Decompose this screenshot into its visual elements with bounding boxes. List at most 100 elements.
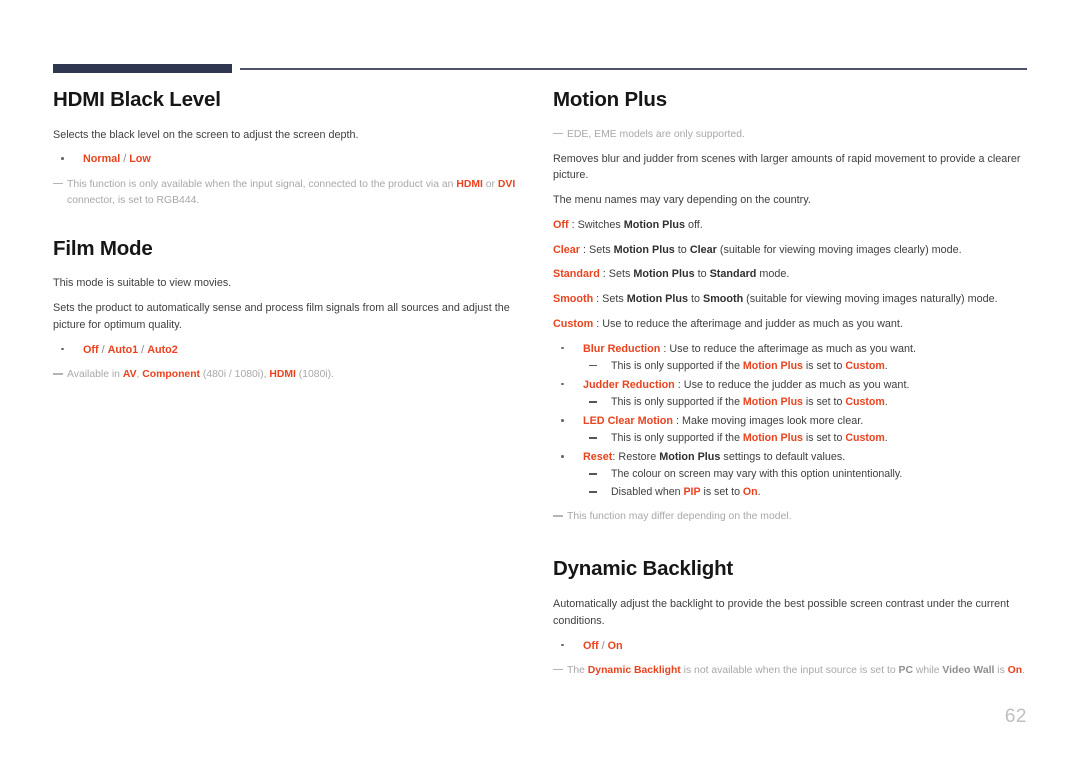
sub-keyword-pip: PIP [683,486,701,499]
motion-plus-bottom-note: This function may differ depending on th… [553,509,1027,525]
note-dash-icon [53,182,63,185]
option-tail: (suitable for viewing moving images natu… [743,293,998,306]
note-keyword-hdmi: HDMI [269,368,296,380]
bullet-key-blur-reduction: Blur Reduction [583,342,661,355]
note-dash-icon [553,668,563,671]
sub-dash-icon [589,491,597,493]
list-item: This is only supported if the Motion Plu… [583,394,1027,411]
section-hdmi-black-level: HDMI Black Level Selects the black level… [53,88,523,209]
section-title-film-mode: Film Mode [53,236,153,260]
option-mid-2: to [687,293,703,306]
dynamic-backlight-note: The Dynamic Backlight is not available w… [553,663,1027,679]
option-key: Smooth [553,293,594,306]
section-dynamic-backlight: Dynamic Backlight Automatically adjust t… [553,557,1027,678]
bullet-text: : Use to reduce the afterimage as much a… [660,342,917,355]
option-ref: Motion Plus [613,243,675,256]
sub-dash-icon [589,401,597,403]
note-text-2: or [482,178,498,190]
option-mid-2: off. [684,218,703,231]
sub-note-list: This is only supported if the Motion Plu… [583,394,1027,411]
list-item: Blur Reduction : Use to reduce the after… [553,341,1027,375]
sub-keyword-motion-plus: Motion Plus [742,432,803,445]
sub-text-1: This is only supported if the [611,432,743,445]
note-keyword-pc: PC [898,664,913,676]
option-low: Low [129,153,151,166]
option-value: Standard [709,268,757,281]
sub-text-3: . [757,486,761,499]
note-text-3: connector, is set to RGB444. [67,194,200,206]
option-mid-1: : Sets [599,268,634,281]
option-mid-1: : Sets [593,293,627,306]
option-tail: (suitable for viewing moving images clea… [716,243,962,256]
option-normal: Normal [83,153,121,166]
right-column: Motion Plus EDE, EME models are only sup… [553,88,1027,687]
note-keyword-video-wall: Video Wall [942,664,995,676]
hdmi-black-level-options: Normal / Low [53,151,523,168]
sub-keyword-custom: Custom [845,396,885,409]
note-text: EDE, EME models are only supported. [567,128,745,140]
option-ref: Motion Plus [633,268,695,281]
sub-text-3: . [884,432,888,445]
option-auto2: Auto2 [147,343,178,356]
note-text-3: (480i / 1080i), [200,368,270,380]
list-item: This is only supported if the Motion Plu… [583,358,1027,375]
sub-text-3: . [884,359,888,372]
section-title-motion-plus: Motion Plus [553,88,667,111]
header-rule-thick-bar [53,64,232,73]
list-item: Reset: Restore Motion Plus settings to d… [553,449,1027,501]
bullet-dot-icon [61,347,64,351]
note-keyword-hdmi: HDMI [456,178,483,190]
option-auto1: Auto1 [107,343,139,356]
bullet-key-judder-reduction: Judder Reduction [583,378,675,391]
option-tail: mode. [756,268,790,281]
list-item: Off / Auto1 / Auto2 [53,342,523,359]
sub-text-3: . [884,396,888,409]
option-separator: / [120,153,130,166]
sub-note-list: This is only supported if the Motion Plu… [583,358,1027,375]
bullet-key-reset: Reset [583,451,613,464]
sub-dash-icon [589,364,597,367]
motion-plus-intro-2: The menu names may vary depending on the… [553,194,811,207]
sub-text-2: is set to [802,432,846,445]
option-key: Custom [553,317,594,330]
option-key: Off [553,218,569,231]
sub-text-1: This is only supported if the [611,396,743,409]
option-value: Smooth [703,293,744,306]
note-text-5: . [1022,664,1025,676]
dynamic-backlight-intro: Automatically adjust the backlight to pr… [553,598,1010,627]
option-mid-1: : Use to reduce the afterimage and judde… [593,317,903,330]
section-film-mode: Film Mode This mode is suitable to view … [53,237,523,383]
sub-text-1: This is only supported if the [611,359,743,372]
note-dash-icon [553,515,563,517]
sub-text-1: Disabled when [611,486,684,499]
motion-plus-model-note: EDE, EME models are only supported. [553,127,1027,143]
option-ref: Motion Plus [626,293,688,306]
bullet-dot-icon [561,346,564,350]
section-title-dynamic-backlight: Dynamic Backlight [553,557,734,581]
film-mode-intro-2: Sets the product to automatically sense … [53,302,510,331]
note-keyword-component: Component [142,368,201,380]
note-dash-icon [53,372,63,375]
note-keyword-dvi: DVI [497,178,516,190]
motion-plus-option-off: Off : Switches Motion Plus off. [553,217,1027,234]
option-value: Clear [689,243,717,256]
note-dash-icon [553,132,563,135]
motion-plus-option-custom: Custom : Use to reduce the afterimage an… [553,316,1027,333]
motion-plus-option-clear: Clear : Sets Motion Plus to Clear (suita… [553,242,1027,259]
list-item: LED Clear Motion : Make moving images lo… [553,413,1027,447]
option-on: On [607,639,623,652]
option-off: Off [583,639,599,652]
option-off: Off [83,343,99,356]
sub-keyword-custom: Custom [845,359,885,372]
bullet-dot-icon [561,382,564,386]
film-mode-options: Off / Auto1 / Auto2 [53,342,523,359]
option-mid-1: : Switches [568,218,624,231]
list-item: This is only supported if the Motion Plu… [583,430,1027,447]
bullet-key-led-clear-motion: LED Clear Motion [583,415,673,427]
motion-plus-sub-options: Blur Reduction : Use to reduce the after… [553,341,1027,502]
bullet-text: : Use to reduce the judder as much as yo… [674,378,910,391]
note-text: This function may differ depending on th… [567,511,792,523]
list-item: The colour on screen may vary with this … [583,466,1027,483]
page-number: 62 [1004,706,1027,727]
note-keyword-dynamic-backlight: Dynamic Backlight [587,664,681,676]
